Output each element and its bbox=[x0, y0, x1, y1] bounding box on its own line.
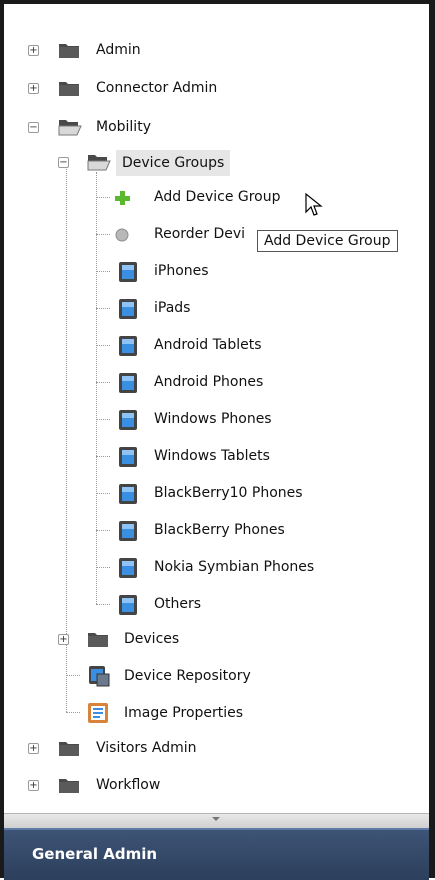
tree-line bbox=[66, 675, 80, 676]
tree-item-label: Add Device Group bbox=[154, 189, 281, 205]
tree-line bbox=[96, 172, 97, 604]
open-folder-icon bbox=[58, 120, 82, 136]
tree-item-visitors-admin[interactable]: + Visitors Admin bbox=[20, 735, 320, 761]
tree-item-windows-tablets[interactable]: Windows Tablets bbox=[110, 444, 360, 470]
device-icon bbox=[119, 410, 137, 430]
tree-item-label: Workflow bbox=[96, 777, 161, 793]
device-icon bbox=[119, 484, 137, 504]
expand-icon[interactable]: + bbox=[28, 780, 39, 791]
repository-icon bbox=[89, 666, 110, 687]
tree-item-label: Image Properties bbox=[124, 705, 244, 721]
open-folder-icon bbox=[87, 155, 111, 171]
tree-line bbox=[96, 604, 110, 605]
tree-item-label: Visitors Admin bbox=[96, 740, 197, 756]
expand-icon[interactable]: + bbox=[58, 634, 69, 645]
tree-line bbox=[96, 234, 110, 235]
tree-item-label: Connector Admin bbox=[96, 80, 218, 96]
device-icon bbox=[119, 521, 137, 541]
tree-item-admin[interactable]: + Admin bbox=[20, 37, 320, 63]
tree-line bbox=[96, 197, 110, 198]
tree-item-label: Device Repository bbox=[124, 668, 251, 684]
tree-item-label: iPhones bbox=[154, 263, 209, 279]
tree-item-image-properties[interactable]: Image Properties bbox=[80, 700, 340, 726]
device-icon bbox=[119, 558, 137, 578]
tree-item-label: Nokia Symbian Phones bbox=[154, 559, 315, 575]
folder-icon bbox=[59, 44, 79, 58]
window-border-left bbox=[0, 0, 4, 878]
device-icon bbox=[119, 447, 137, 467]
device-icon bbox=[119, 595, 137, 615]
tree-item-label: Android Tablets bbox=[154, 337, 262, 353]
tree-item-ipads[interactable]: iPads bbox=[110, 296, 360, 322]
tree-item-label: Android Phones bbox=[154, 374, 264, 390]
tree-item-android-phones[interactable]: Android Phones bbox=[110, 370, 360, 396]
tree-item-label: Others bbox=[154, 596, 202, 612]
folder-icon bbox=[59, 779, 79, 793]
collapse-icon[interactable]: − bbox=[28, 122, 39, 133]
tree-line bbox=[96, 456, 110, 457]
circle-icon bbox=[115, 228, 129, 242]
accordion-header-label: General Admin bbox=[32, 845, 158, 863]
device-icon bbox=[119, 262, 137, 282]
tree-item-device-repository[interactable]: Device Repository bbox=[80, 663, 340, 689]
tree-line bbox=[96, 382, 110, 383]
window-border-right bbox=[429, 0, 435, 878]
tree-item-connector-admin[interactable]: + Connector Admin bbox=[20, 75, 320, 101]
device-icon bbox=[119, 373, 137, 393]
accordion-header-general-admin[interactable]: General Admin bbox=[4, 828, 429, 880]
tree-line bbox=[96, 419, 110, 420]
tree-item-label: Reorder Devi bbox=[154, 226, 246, 242]
navigation-panel: + Admin + Connector Admin − Mobility − D… bbox=[0, 0, 435, 880]
chevron-down-icon bbox=[212, 817, 220, 821]
tree-line bbox=[96, 345, 110, 346]
tree-line bbox=[96, 493, 110, 494]
tree-item-workflow[interactable]: + Workflow bbox=[20, 772, 320, 798]
tree-line bbox=[66, 160, 67, 638]
tree-item-label: Admin bbox=[96, 42, 141, 58]
tree-item-others[interactable]: Others bbox=[110, 592, 360, 618]
tree-item-add-device-group[interactable]: Add Device Group bbox=[110, 185, 330, 211]
tree-item-devices[interactable]: + Devices bbox=[50, 626, 310, 652]
tree-line bbox=[96, 567, 110, 568]
expand-icon[interactable]: + bbox=[28, 45, 39, 56]
tree-item-blackberry-phones[interactable]: BlackBerry Phones bbox=[110, 518, 360, 544]
panel-collapse-handle[interactable] bbox=[4, 813, 429, 828]
expand-icon[interactable]: + bbox=[28, 83, 39, 94]
tree-item-label: Windows Phones bbox=[154, 411, 272, 427]
tree-item-label: Mobility bbox=[96, 119, 151, 135]
tooltip: Add Device Group bbox=[257, 230, 398, 252]
expand-icon[interactable]: + bbox=[28, 743, 39, 754]
tree-item-blackberry10-phones[interactable]: BlackBerry10 Phones bbox=[110, 481, 360, 507]
tree-item-label: BlackBerry Phones bbox=[154, 522, 285, 538]
tree-item-label: Windows Tablets bbox=[154, 448, 270, 464]
tree-item-windows-phones[interactable]: Windows Phones bbox=[110, 407, 360, 433]
tree-line bbox=[96, 271, 110, 272]
tree-item-device-groups[interactable]: − Device Groups bbox=[50, 148, 350, 176]
tree-line bbox=[96, 530, 110, 531]
tree-item-nokia-symbian-phones[interactable]: Nokia Symbian Phones bbox=[110, 555, 370, 581]
tree-item-label: Devices bbox=[124, 631, 180, 647]
tree-item-label: BlackBerry10 Phones bbox=[154, 485, 303, 501]
device-icon bbox=[119, 336, 137, 356]
tree-item-iphones[interactable]: iPhones bbox=[110, 259, 360, 285]
collapse-icon[interactable]: − bbox=[58, 157, 69, 168]
folder-icon bbox=[59, 742, 79, 756]
tree-item-android-tablets[interactable]: Android Tablets bbox=[110, 333, 360, 359]
tree-item-label: Device Groups bbox=[116, 150, 231, 176]
folder-icon bbox=[59, 82, 79, 96]
plus-icon bbox=[115, 191, 130, 205]
folder-icon bbox=[88, 633, 108, 647]
mouse-cursor-icon bbox=[305, 193, 323, 216]
image-properties-icon bbox=[88, 703, 108, 723]
device-icon bbox=[119, 299, 137, 319]
tree-line bbox=[66, 712, 80, 713]
tree-line bbox=[96, 308, 110, 309]
tree-item-mobility[interactable]: − Mobility bbox=[20, 114, 320, 140]
tree-item-label: iPads bbox=[154, 300, 191, 316]
window-border-top bbox=[0, 0, 435, 4]
